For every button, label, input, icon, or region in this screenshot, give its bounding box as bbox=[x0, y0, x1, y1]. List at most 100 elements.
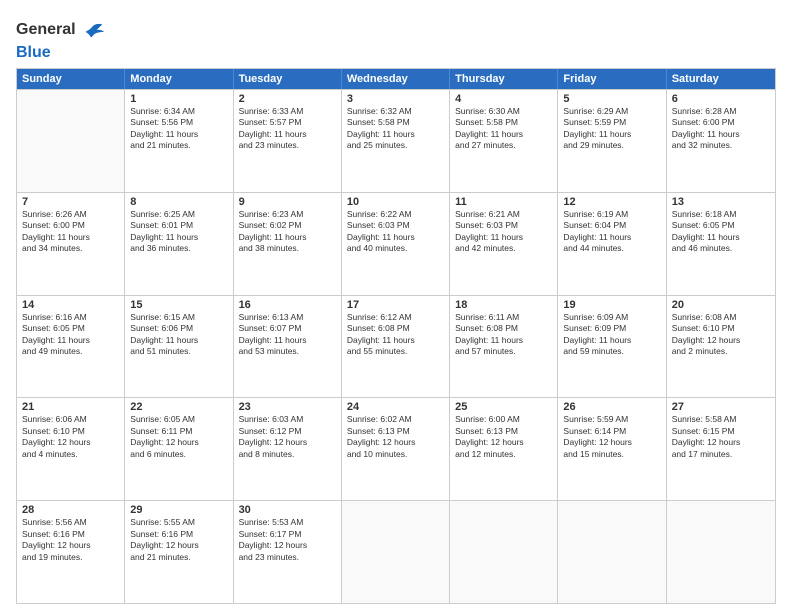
cell-info-line: Sunset: 5:58 PM bbox=[347, 117, 444, 128]
cell-info-line: and 49 minutes. bbox=[22, 346, 119, 357]
day-number: 16 bbox=[239, 299, 336, 311]
calendar-cell: 13Sunrise: 6:18 AMSunset: 6:05 PMDayligh… bbox=[667, 193, 775, 295]
cell-info-line: Sunrise: 6:12 AM bbox=[347, 312, 444, 323]
cell-info-line: and 42 minutes. bbox=[455, 243, 552, 254]
header-day-wednesday: Wednesday bbox=[342, 69, 450, 89]
cell-info-line: Daylight: 12 hours bbox=[563, 437, 660, 448]
day-number: 10 bbox=[347, 196, 444, 208]
cell-info-line: Sunset: 6:05 PM bbox=[22, 323, 119, 334]
cell-info-line: Sunrise: 5:59 AM bbox=[563, 414, 660, 425]
cell-info-line: Daylight: 12 hours bbox=[347, 437, 444, 448]
calendar-cell: 27Sunrise: 5:58 AMSunset: 6:15 PMDayligh… bbox=[667, 398, 775, 500]
calendar-cell bbox=[342, 501, 450, 603]
cell-info-line: Sunrise: 5:58 AM bbox=[672, 414, 770, 425]
cell-info-line: and 32 minutes. bbox=[672, 140, 770, 151]
calendar-cell: 30Sunrise: 5:53 AMSunset: 6:17 PMDayligh… bbox=[234, 501, 342, 603]
calendar-header: SundayMondayTuesdayWednesdayThursdayFrid… bbox=[17, 69, 775, 89]
cell-info-line: Sunset: 6:00 PM bbox=[22, 220, 119, 231]
calendar-cell: 18Sunrise: 6:11 AMSunset: 6:08 PMDayligh… bbox=[450, 296, 558, 398]
cell-info-line: Sunrise: 6:28 AM bbox=[672, 106, 770, 117]
cell-info-line: Sunset: 6:02 PM bbox=[239, 220, 336, 231]
day-number: 6 bbox=[672, 93, 770, 105]
header-day-saturday: Saturday bbox=[667, 69, 775, 89]
cell-info-line: Sunrise: 6:23 AM bbox=[239, 209, 336, 220]
cell-info-line: Sunrise: 6:06 AM bbox=[22, 414, 119, 425]
cell-info-line: and 15 minutes. bbox=[563, 449, 660, 460]
cell-info-line: Daylight: 12 hours bbox=[22, 540, 119, 551]
calendar-cell: 12Sunrise: 6:19 AMSunset: 6:04 PMDayligh… bbox=[558, 193, 666, 295]
header-day-sunday: Sunday bbox=[17, 69, 125, 89]
cell-info-line: Sunset: 6:17 PM bbox=[239, 529, 336, 540]
cell-info-line: and 2 minutes. bbox=[672, 346, 770, 357]
cell-info-line: Sunrise: 6:33 AM bbox=[239, 106, 336, 117]
cell-info-line: Daylight: 11 hours bbox=[672, 232, 770, 243]
calendar-cell: 25Sunrise: 6:00 AMSunset: 6:13 PMDayligh… bbox=[450, 398, 558, 500]
cell-info-line: and 10 minutes. bbox=[347, 449, 444, 460]
cell-info-line: Sunrise: 6:08 AM bbox=[672, 312, 770, 323]
cell-info-line: Sunrise: 6:15 AM bbox=[130, 312, 227, 323]
calendar-cell: 15Sunrise: 6:15 AMSunset: 6:06 PMDayligh… bbox=[125, 296, 233, 398]
cell-info-line: Daylight: 11 hours bbox=[455, 335, 552, 346]
cell-info-line: and 27 minutes. bbox=[455, 140, 552, 151]
calendar-cell: 11Sunrise: 6:21 AMSunset: 6:03 PMDayligh… bbox=[450, 193, 558, 295]
day-number: 24 bbox=[347, 401, 444, 413]
calendar-cell: 2Sunrise: 6:33 AMSunset: 5:57 PMDaylight… bbox=[234, 90, 342, 192]
logo-text-general: General bbox=[16, 21, 76, 39]
cell-info-line: and 25 minutes. bbox=[347, 140, 444, 151]
calendar-cell: 7Sunrise: 6:26 AMSunset: 6:00 PMDaylight… bbox=[17, 193, 125, 295]
day-number: 28 bbox=[22, 504, 119, 516]
calendar-cell: 14Sunrise: 6:16 AMSunset: 6:05 PMDayligh… bbox=[17, 296, 125, 398]
cell-info-line: Sunrise: 5:53 AM bbox=[239, 517, 336, 528]
cell-info-line: Sunset: 6:06 PM bbox=[130, 323, 227, 334]
calendar-cell bbox=[667, 501, 775, 603]
cell-info-line: Sunrise: 5:55 AM bbox=[130, 517, 227, 528]
cell-info-line: and 21 minutes. bbox=[130, 140, 227, 151]
calendar-cell: 10Sunrise: 6:22 AMSunset: 6:03 PMDayligh… bbox=[342, 193, 450, 295]
day-number: 5 bbox=[563, 93, 660, 105]
day-number: 2 bbox=[239, 93, 336, 105]
cell-info-line: Sunset: 6:11 PM bbox=[130, 426, 227, 437]
cell-info-line: Sunrise: 6:32 AM bbox=[347, 106, 444, 117]
calendar-cell: 23Sunrise: 6:03 AMSunset: 6:12 PMDayligh… bbox=[234, 398, 342, 500]
day-number: 15 bbox=[130, 299, 227, 311]
cell-info-line: and 29 minutes. bbox=[563, 140, 660, 151]
cell-info-line: and 12 minutes. bbox=[455, 449, 552, 460]
cell-info-line: Daylight: 12 hours bbox=[22, 437, 119, 448]
cell-info-line: Daylight: 12 hours bbox=[239, 437, 336, 448]
cell-info-line: and 44 minutes. bbox=[563, 243, 660, 254]
cell-info-line: Sunset: 6:03 PM bbox=[455, 220, 552, 231]
calendar-cell: 3Sunrise: 6:32 AMSunset: 5:58 PMDaylight… bbox=[342, 90, 450, 192]
cell-info-line: Daylight: 11 hours bbox=[130, 335, 227, 346]
cell-info-line: and 59 minutes. bbox=[563, 346, 660, 357]
cell-info-line: Sunrise: 6:22 AM bbox=[347, 209, 444, 220]
cell-info-line: Daylight: 11 hours bbox=[347, 335, 444, 346]
cell-info-line: and 38 minutes. bbox=[239, 243, 336, 254]
cell-info-line: Sunrise: 6:30 AM bbox=[455, 106, 552, 117]
cell-info-line: Daylight: 11 hours bbox=[347, 232, 444, 243]
cell-info-line: and 46 minutes. bbox=[672, 243, 770, 254]
day-number: 20 bbox=[672, 299, 770, 311]
cell-info-line: Sunset: 6:15 PM bbox=[672, 426, 770, 437]
calendar-cell bbox=[558, 501, 666, 603]
cell-info-line: and 40 minutes. bbox=[347, 243, 444, 254]
cell-info-line: Daylight: 12 hours bbox=[455, 437, 552, 448]
calendar-cell: 28Sunrise: 5:56 AMSunset: 6:16 PMDayligh… bbox=[17, 501, 125, 603]
cell-info-line: Daylight: 12 hours bbox=[672, 335, 770, 346]
cell-info-line: Sunrise: 6:13 AM bbox=[239, 312, 336, 323]
cell-info-line: Sunrise: 6:11 AM bbox=[455, 312, 552, 323]
cell-info-line: Sunset: 6:13 PM bbox=[455, 426, 552, 437]
cell-info-line: Daylight: 11 hours bbox=[347, 129, 444, 140]
calendar-cell: 29Sunrise: 5:55 AMSunset: 6:16 PMDayligh… bbox=[125, 501, 233, 603]
logo-text-blue: Blue bbox=[16, 44, 51, 61]
day-number: 1 bbox=[130, 93, 227, 105]
cell-info-line: Sunrise: 6:18 AM bbox=[672, 209, 770, 220]
day-number: 23 bbox=[239, 401, 336, 413]
cell-info-line: Sunrise: 6:21 AM bbox=[455, 209, 552, 220]
cell-info-line: and 55 minutes. bbox=[347, 346, 444, 357]
day-number: 7 bbox=[22, 196, 119, 208]
cell-info-line: Sunset: 6:13 PM bbox=[347, 426, 444, 437]
day-number: 17 bbox=[347, 299, 444, 311]
calendar-row-0: 1Sunrise: 6:34 AMSunset: 5:56 PMDaylight… bbox=[17, 89, 775, 192]
cell-info-line: Sunset: 6:05 PM bbox=[672, 220, 770, 231]
calendar-cell bbox=[450, 501, 558, 603]
